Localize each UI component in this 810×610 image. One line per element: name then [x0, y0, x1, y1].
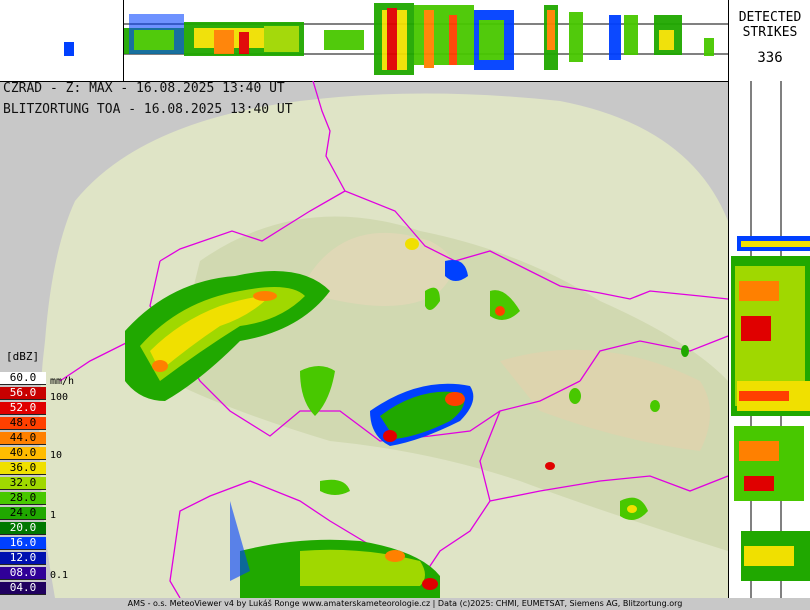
legend-row: 48.0 [0, 417, 46, 430]
strikes-label-line2: STRIKES [742, 25, 798, 40]
top-profile-frame [123, 0, 729, 81]
top-profile-left-blip [64, 42, 74, 56]
right-profile-echo [731, 81, 810, 598]
top-profile-echo [124, 3, 729, 75]
legend-rate-1: 1 [50, 510, 57, 521]
footer-credits: AMS - o.s. MeteoViewer v4 by Lukáš Ronge… [0, 598, 810, 610]
legend-row: 40.0 [0, 447, 46, 460]
radar-product-title: CZRAD - Z: MAX - 16.08.2025 13:40 UT [3, 81, 285, 96]
top-profile-panel [0, 0, 729, 82]
legend-row: 24.0 [0, 507, 46, 520]
right-profile-panel [728, 81, 810, 598]
dbz-legend: [dBZ] mm/h 60.0 56.0 52.0 48.0 44.0 40.0 36.0 3… [0, 350, 82, 598]
legend-row: 32.0 [0, 477, 46, 490]
legend-row: 56.0 [0, 387, 46, 400]
legend-row: 52.0 [0, 402, 46, 415]
legend-row: 60.0 [0, 372, 46, 385]
radar-map-canvas [39, 80, 729, 599]
legend-rate-01: 0.1 [50, 570, 69, 581]
radar-map[interactable]: CZRAD - Z: MAX - 16.08.2025 13:40 UT BLI… [0, 80, 729, 599]
legend-row: 44.0 [0, 432, 46, 445]
legend-row: 04.0 [0, 582, 46, 595]
legend-rate-10: 10 [50, 450, 63, 461]
legend-row: 36.0 [0, 462, 46, 475]
legend-unit-label: [dBZ] [6, 350, 40, 363]
legend-rate-unit: mm/h [50, 376, 75, 387]
strikes-label-line1: DETECTED [738, 10, 802, 25]
legend-row: 08.0 [0, 567, 46, 580]
legend-row: 16.0 [0, 537, 46, 550]
detected-strikes-box: DETECTED STRIKES 336 [728, 0, 810, 82]
legend-row: 20.0 [0, 522, 46, 535]
legend-row: 28.0 [0, 492, 46, 505]
legend-row: 12.0 [0, 552, 46, 565]
strikes-count: 336 [757, 50, 783, 66]
lightning-product-title: BLITZORTUNG TOA - 16.08.2025 13:40 UT [3, 102, 293, 117]
legend-rate-100: 100 [50, 392, 69, 403]
